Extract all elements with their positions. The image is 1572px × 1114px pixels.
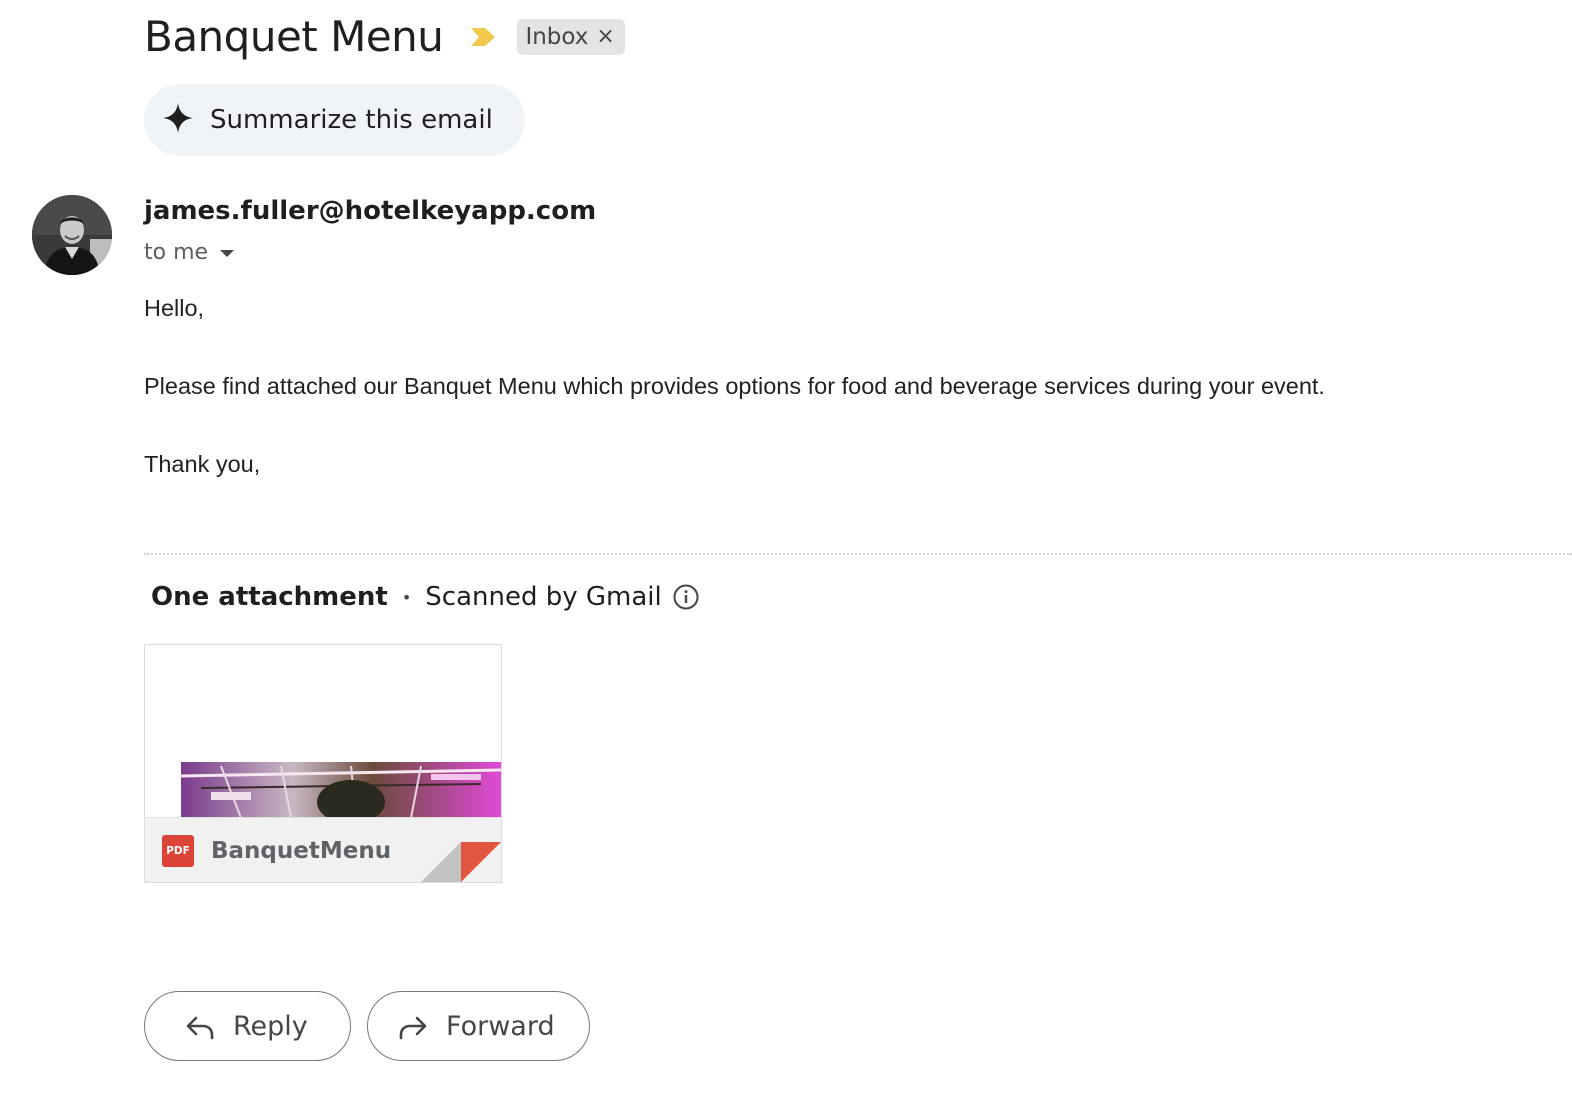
- forward-arrow-icon: [396, 1009, 430, 1043]
- email-subject: Banquet Menu: [144, 12, 444, 61]
- body-main-text: Please find attached our Banquet Menu wh…: [144, 373, 1325, 399]
- caret-down-icon: [218, 240, 236, 265]
- forward-label: Forward: [446, 1010, 555, 1042]
- sender-avatar[interactable]: [32, 195, 112, 275]
- sparkle-icon: [162, 102, 194, 139]
- email-view: Banquet Menu Inbox × Summarize this emai…: [0, 0, 1572, 1114]
- reply-arrow-icon: [183, 1009, 217, 1043]
- summarize-email-button[interactable]: Summarize this email: [144, 84, 525, 156]
- attachments-divider: [144, 553, 1572, 555]
- label-chip-text: Inbox: [525, 23, 589, 50]
- sender-email[interactable]: james.fuller@hotelkeyapp.com: [144, 196, 596, 226]
- forward-button[interactable]: Forward: [367, 991, 590, 1061]
- summarize-label: Summarize this email: [210, 105, 493, 135]
- info-icon[interactable]: [672, 583, 700, 611]
- importance-marker-icon[interactable]: [469, 26, 497, 48]
- recipient-summary: to me: [144, 240, 209, 265]
- separator-dot: •: [401, 587, 412, 607]
- reply-button[interactable]: Reply: [144, 991, 351, 1061]
- label-chip-inbox: Inbox ×: [517, 18, 625, 55]
- recipient-details-toggle[interactable]: to me: [144, 240, 236, 265]
- attachment-filename: BanquetMenu: [211, 837, 392, 864]
- remove-label-icon[interactable]: ×: [596, 25, 614, 48]
- attachment-thumbnail: [181, 762, 501, 818]
- scanned-by-gmail: Scanned by Gmail: [425, 582, 662, 612]
- attachment-count: One attachment: [151, 582, 388, 612]
- pdf-icon: PDF: [162, 834, 194, 867]
- reply-label: Reply: [233, 1010, 308, 1042]
- attachment-card[interactable]: PDF BanquetMenu: [144, 644, 502, 883]
- page-fold-icon: [421, 842, 501, 882]
- attachments-header: One attachment • Scanned by Gmail: [151, 582, 700, 612]
- subject-row: Banquet Menu Inbox ×: [144, 12, 625, 61]
- body-closing: Thank you,: [144, 451, 261, 477]
- body-greeting: Hello,: [144, 295, 205, 321]
